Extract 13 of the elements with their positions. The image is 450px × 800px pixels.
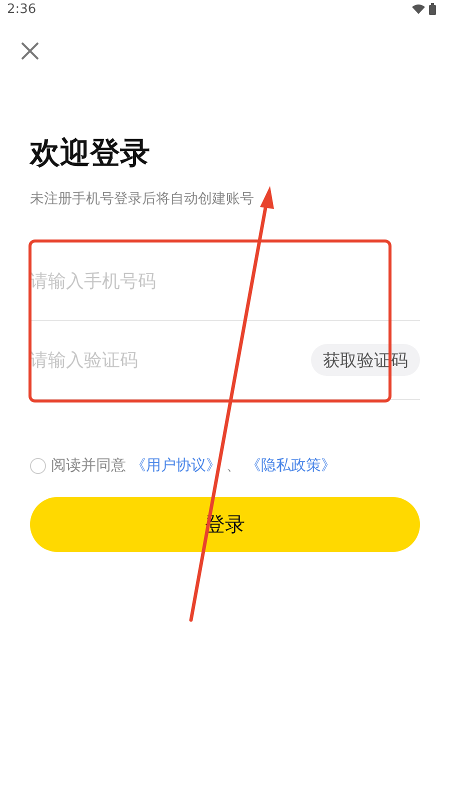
- agreement-link[interactable]: 《用户协议》: [131, 456, 221, 475]
- wifi-icon: [412, 4, 425, 14]
- page-title: 欢迎登录: [30, 135, 151, 173]
- phone-field[interactable]: 请输入手机号码: [30, 270, 420, 292]
- subtitle: 未注册手机号登录后将自动创建账号: [30, 190, 255, 208]
- agree-text: 阅读并同意: [51, 456, 126, 475]
- status-time: 2:36: [7, 2, 36, 16]
- agreement-link[interactable]: 《隐私政策》: [246, 456, 336, 475]
- code-field[interactable]: 请输入验证码: [30, 350, 311, 370]
- separator-text: 、: [226, 456, 241, 475]
- agree-checkbox[interactable]: [30, 458, 46, 474]
- close-button[interactable]: [19, 40, 41, 62]
- battery-icon: [429, 3, 436, 15]
